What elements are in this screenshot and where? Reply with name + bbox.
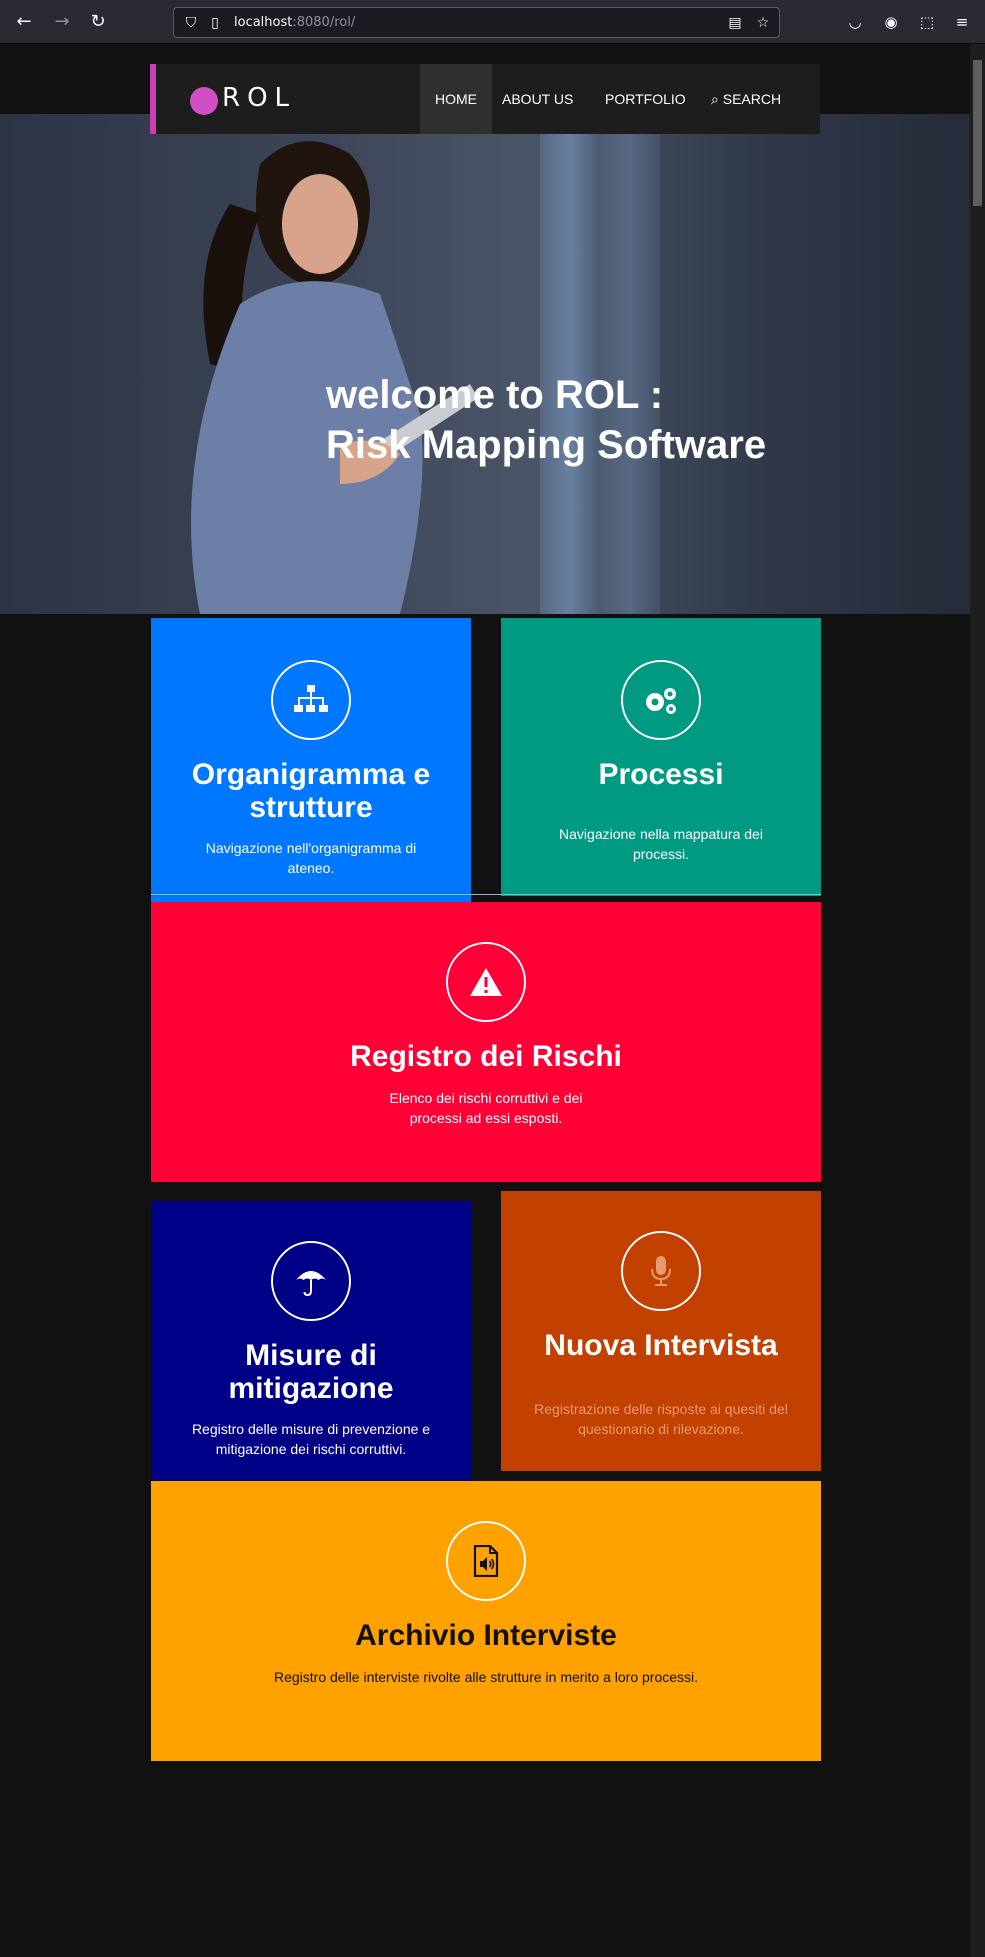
nav-portfolio[interactable]: PORTFOLIO xyxy=(590,64,701,134)
umbrella-icon xyxy=(271,1241,351,1321)
address-bar[interactable]: ⛉ ▯ localhost:8080/rol/ ▤ ☆ xyxy=(173,7,780,38)
tile-archivio-interviste[interactable]: Archivio Interviste Registro delle inter… xyxy=(151,1481,821,1761)
tile-nuova-intervista[interactable]: Nuova Intervista Registrazione delle ris… xyxy=(501,1191,821,1471)
tile-title: Processi xyxy=(598,758,724,791)
tile-title: Nuova Intervista xyxy=(544,1329,778,1362)
reload-icon[interactable]: ↻ xyxy=(86,10,110,34)
sitemap-icon xyxy=(271,660,351,740)
page-scrollbar[interactable] xyxy=(970,44,985,1957)
hero-door-panel xyxy=(600,114,660,614)
tile-organigramma[interactable]: Organigramma e strutture Navigazione nel… xyxy=(151,618,471,902)
scrollbar-thumb[interactable] xyxy=(973,60,982,206)
site-navbar: ROL HOME ABOUT US PORTFOLIO ⌕ SEARCH xyxy=(150,64,820,134)
hero-title-line1: welcome to ROL : xyxy=(326,373,664,417)
menu-icon[interactable]: ≡ xyxy=(951,11,973,33)
tile-description: Registrazione delle risposte ai quesiti … xyxy=(534,1401,788,1437)
logo-dot-icon[interactable] xyxy=(190,87,218,115)
url-text[interactable]: localhost:8080/rol/ xyxy=(234,15,355,30)
tile-description: Navigazione nell'organigramma di ateneo. xyxy=(205,840,417,876)
hero-woman-image xyxy=(191,141,478,614)
divider xyxy=(151,894,821,895)
logo[interactable]: ROL xyxy=(222,83,296,113)
tile-description: Registro delle misure di prevenzione e m… xyxy=(191,1421,431,1457)
extensions-icon[interactable]: ⬚ xyxy=(916,11,938,33)
nav-about-us[interactable]: ABOUT US xyxy=(487,64,588,134)
hero-door-panel xyxy=(540,114,600,614)
cogs-icon xyxy=(621,660,701,740)
search-icon: ⌕ xyxy=(711,91,719,107)
forward-icon[interactable]: → xyxy=(50,10,74,34)
bookmark-star-icon[interactable]: ☆ xyxy=(754,14,772,32)
url-path: :8080/rol/ xyxy=(292,15,356,30)
tile-registro-rischi[interactable]: Registro dei Rischi Elenco dei rischi co… xyxy=(151,902,821,1182)
microphone-icon xyxy=(621,1231,701,1311)
tile-title: Misure di mitigazione xyxy=(228,1339,394,1405)
page-viewport: welcome to ROL : Risk Mapping Software R… xyxy=(0,44,970,1957)
account-icon[interactable]: ◉ xyxy=(880,11,902,33)
back-icon[interactable]: ← xyxy=(12,10,36,34)
hero-banner: welcome to ROL : Risk Mapping Software xyxy=(0,114,970,614)
nav-home[interactable]: HOME xyxy=(420,64,492,134)
hero-title: welcome to ROL : Risk Mapping Software xyxy=(326,370,766,470)
page-icon: ▯ xyxy=(211,15,219,31)
tile-title: Archivio Interviste xyxy=(355,1619,617,1652)
shield-icon[interactable]: ⛉ xyxy=(182,14,200,32)
tile-description: Registro delle interviste rivolte alle s… xyxy=(273,1669,699,1685)
tile-processi[interactable]: Processi Navigazione nella mappatura dei… xyxy=(501,618,821,896)
pocket-icon[interactable]: ◡ xyxy=(844,11,866,33)
url-host: localhost xyxy=(234,15,293,30)
tile-misure-mitigazione[interactable]: Misure di mitigazione Registro delle mis… xyxy=(151,1201,471,1481)
tile-title: Registro dei Rischi xyxy=(350,1040,622,1073)
tile-description: Navigazione nella mappatura dei processi… xyxy=(559,826,763,862)
reader-view-icon[interactable]: ▤ xyxy=(726,14,744,32)
warning-icon xyxy=(446,942,526,1022)
nav-search-label: SEARCH xyxy=(722,91,782,107)
hero-title-line2: Risk Mapping Software xyxy=(326,423,767,467)
tile-description: Elenco dei rischi corruttivi e dei proce… xyxy=(389,1090,583,1126)
nav-search[interactable]: ⌕ SEARCH xyxy=(696,64,796,134)
tile-title: Organigramma e strutture xyxy=(191,758,431,824)
browser-toolbar: ← → ↻ ⛉ ▯ localhost:8080/rol/ ▤ ☆ ◡ ◉ ⬚ … xyxy=(0,0,985,44)
audio-file-icon xyxy=(446,1521,526,1601)
